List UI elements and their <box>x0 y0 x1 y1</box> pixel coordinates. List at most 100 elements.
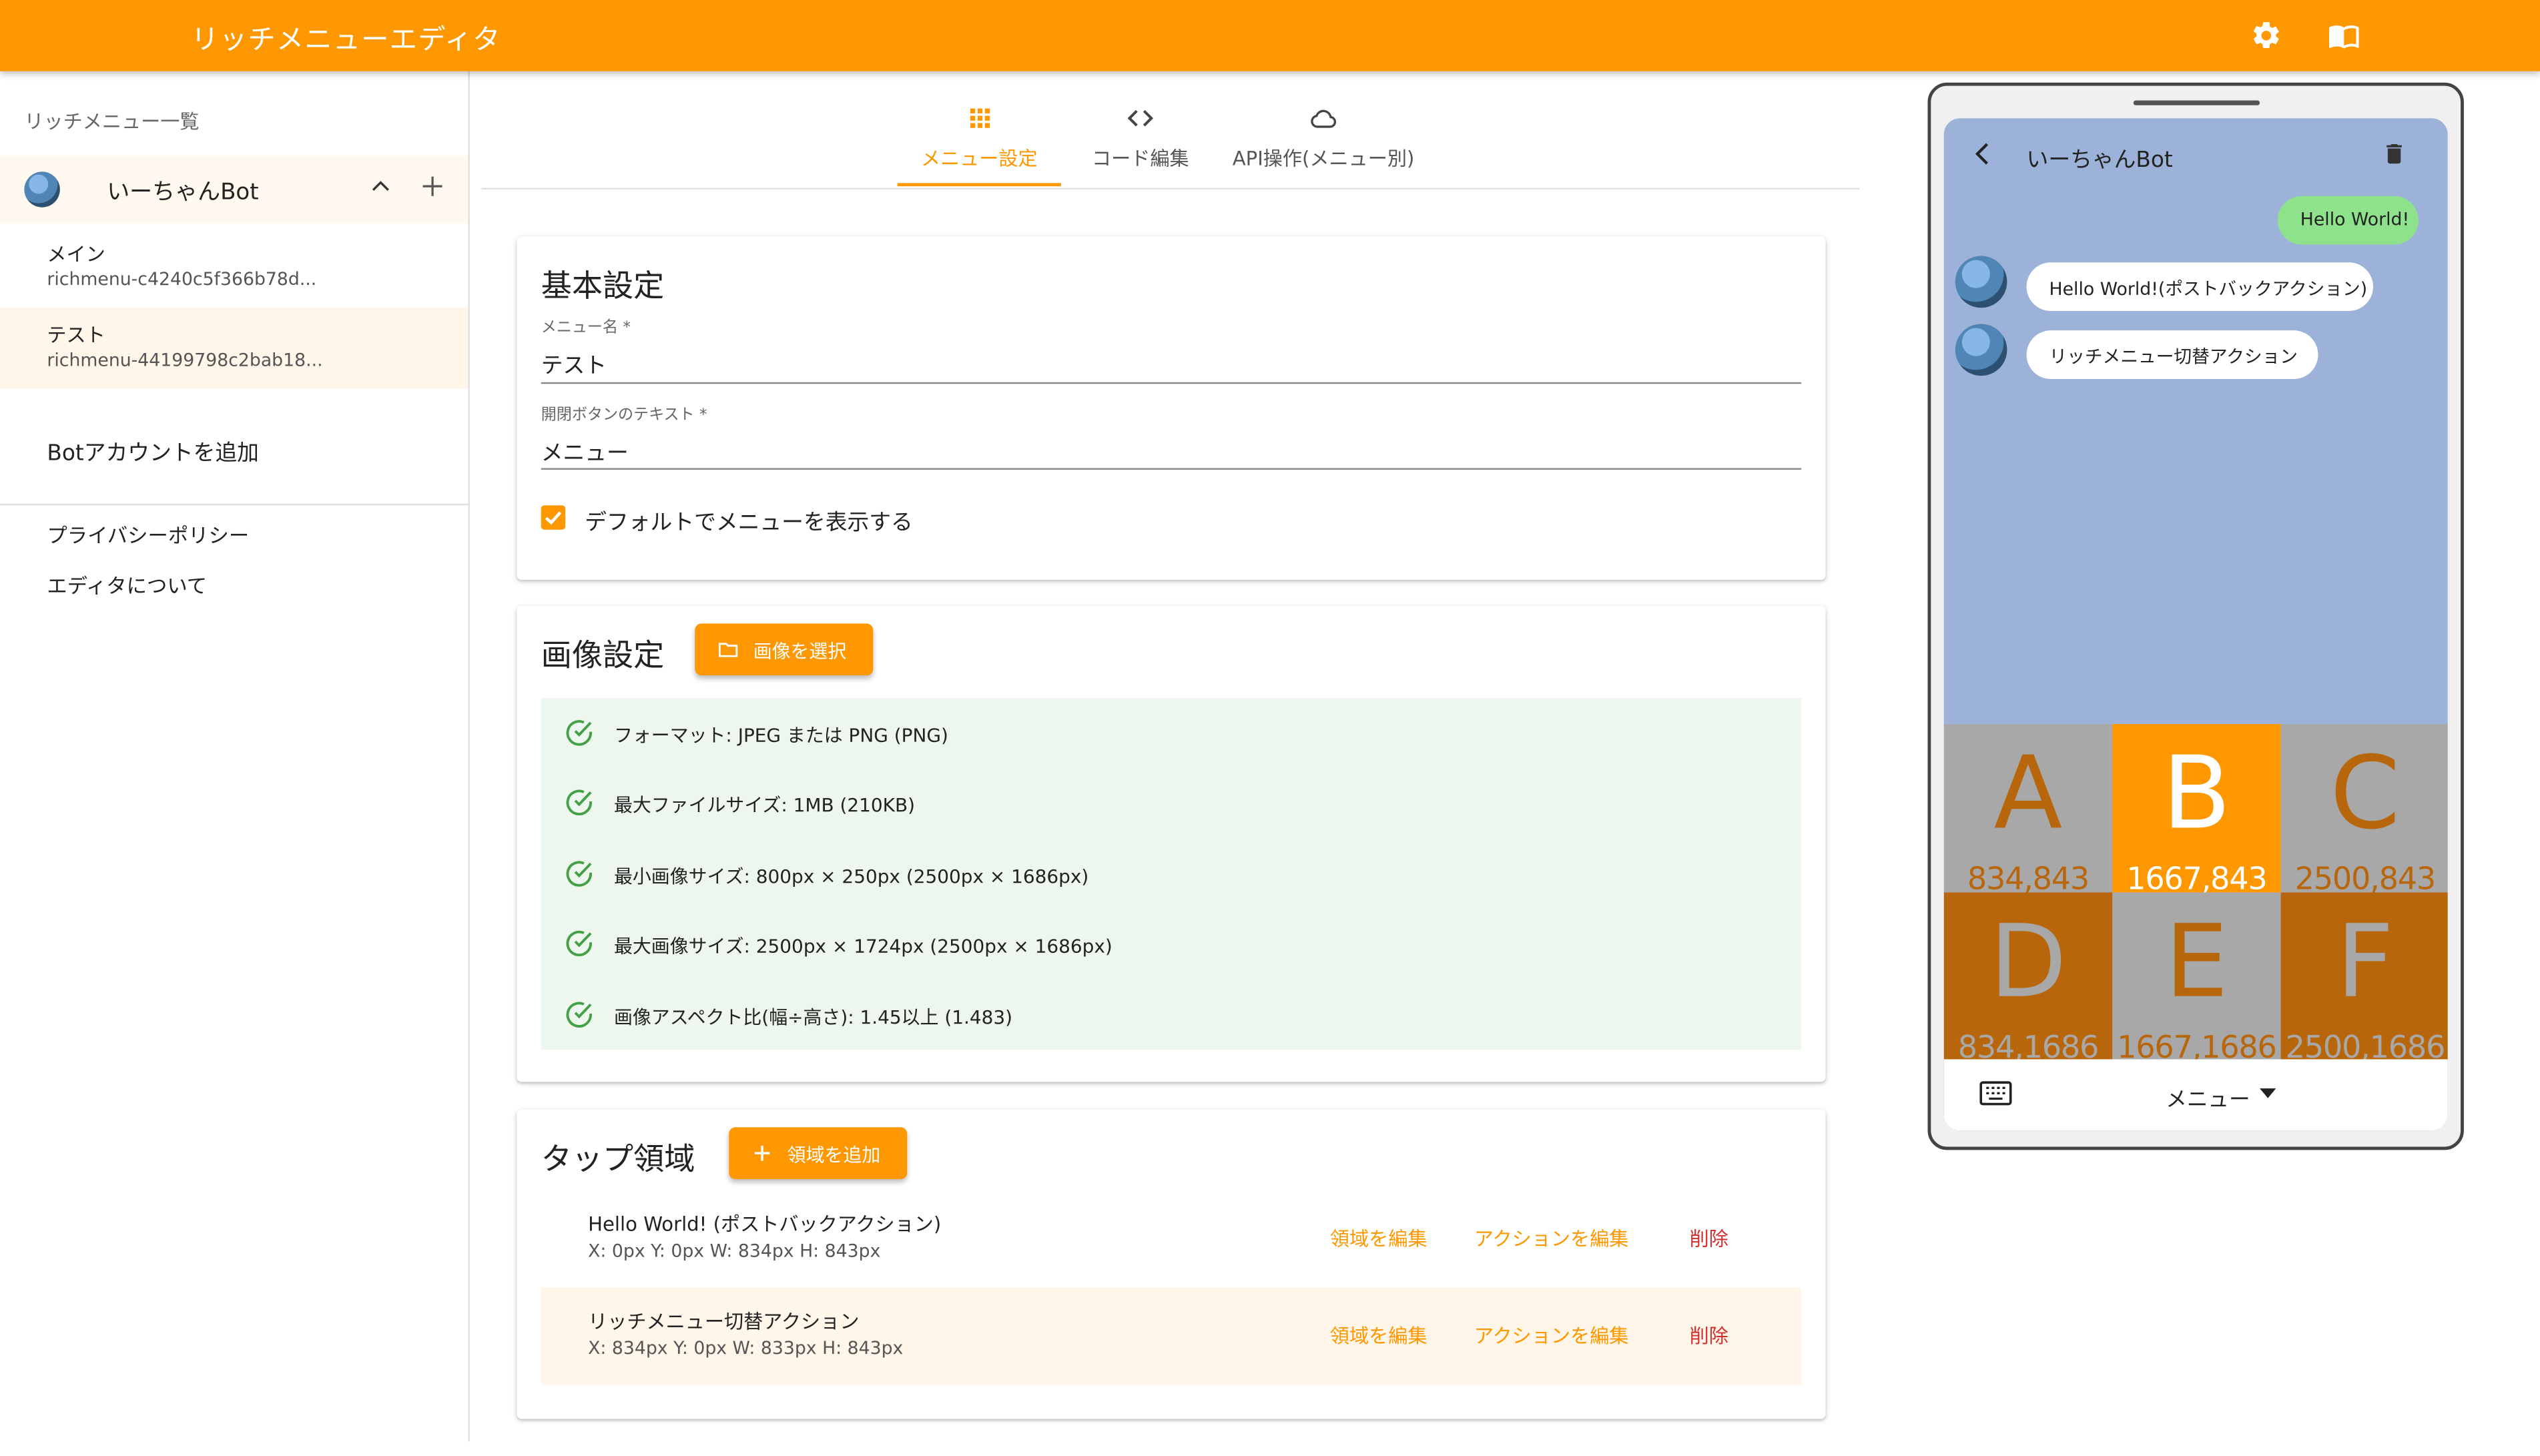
rich-menu-grid: A 834,843 B 1667,843 C 2500,843 D 834,16… <box>1943 724 2448 1061</box>
menu-item-id: richmenu-44199798c2bab18... <box>47 350 323 371</box>
menu-name-input[interactable]: テスト <box>541 346 607 379</box>
area-geometry: X: 834px Y: 0px W: 833px H: 843px <box>588 1337 904 1359</box>
tab-label: メニュー設定 <box>920 147 1038 170</box>
tab-menu-settings[interactable]: メニュー設定 <box>898 78 1061 188</box>
add-bot-account-link[interactable]: Botアカウントを追加 <box>47 434 259 466</box>
caret-down-icon <box>2260 1088 2276 1098</box>
chat-bar-text-input[interactable]: メニュー <box>541 434 629 466</box>
menu-item-title: テスト <box>47 324 105 347</box>
menu-item-title: メイン <box>47 243 105 266</box>
tab-bar: メニュー設定 コード編集 API操作(メニュー別) <box>481 78 1860 190</box>
image-settings-card: 画像設定 画像を選択 フォーマット: JPEG または PNG (PNG) 最大… <box>517 605 1826 1082</box>
book-guide-icon[interactable] <box>2328 19 2360 52</box>
grid-icon <box>969 108 989 128</box>
tap-area-row: リッチメニュー切替アクション X: 834px Y: 0px W: 833px … <box>541 1287 1802 1385</box>
cell-letter: B <box>2162 733 2232 852</box>
keyboard-icon[interactable] <box>1979 1080 2012 1106</box>
area-name: リッチメニュー切替アクション <box>588 1310 860 1333</box>
bot-account-row[interactable]: いーちゃんBot <box>0 155 468 224</box>
select-image-button[interactable]: 画像を選択 <box>695 623 874 676</box>
app-title: リッチメニューエディタ <box>191 24 501 57</box>
app-root: リッチメニューエディタ リッチメニュー一覧 いーちゃんBot メイン richm… <box>0 0 2540 1456</box>
bot-message-text: Hello World!(ポストバックアクション) <box>2049 278 2368 300</box>
cell-coord: 1667,1686 <box>2117 1030 2277 1061</box>
edit-action-button[interactable]: アクションを編集 <box>1474 1224 1629 1252</box>
sidebar-menu-item-main[interactable]: メイン richmenu-c4240c5f366b78d... <box>0 227 468 308</box>
check-circle-icon <box>566 720 592 746</box>
cell-letter: F <box>2336 902 2395 1021</box>
check-circle-icon <box>566 789 592 815</box>
select-image-label: 画像を選択 <box>753 639 847 663</box>
cloud-icon <box>1311 109 1337 128</box>
bot-account-name: いーちゃんBot <box>107 179 259 206</box>
tap-areas-card: タップ領域 領域を追加 Hello World! (ポストバックアクション) X… <box>517 1109 1826 1419</box>
phone-speaker <box>2133 100 2260 105</box>
area-name: Hello World! (ポストバックアクション) <box>588 1213 942 1236</box>
cell-coord: 2500,843 <box>2294 861 2437 893</box>
cell-letter: D <box>1989 902 2067 1021</box>
requirement-text: 最大画像サイズ: 2500px × 1724px (2500px × 1686p… <box>613 934 1113 958</box>
tab-api-operation[interactable]: API操作(メニュー別) <box>1220 78 1427 188</box>
settings-gear-icon[interactable] <box>2250 19 2283 52</box>
sidebar: リッチメニュー一覧 いーちゃんBot メイン richmenu-c4240c5f… <box>0 71 470 1442</box>
rich-menu-cell-d[interactable]: D 834,1686 <box>1943 892 2113 1061</box>
bot-avatar <box>1955 324 2007 376</box>
cell-letter: A <box>1993 733 2063 852</box>
requirement-text: 最小画像サイズ: 800px × 250px (2500px × 1686px) <box>613 865 1089 888</box>
chat-bar-text-label: 開閉ボタンのテキスト * <box>541 406 707 424</box>
check-circle-icon <box>566 1002 592 1028</box>
cell-coord: 834,843 <box>1967 861 2090 893</box>
chat-bar-text-underline <box>541 468 1802 470</box>
sidebar-menu-item-test[interactable]: テスト richmenu-44199798c2bab18... <box>0 308 468 389</box>
edit-area-button[interactable]: 領域を編集 <box>1330 1322 1427 1349</box>
check-circle-icon <box>566 861 592 887</box>
tab-label: API操作(メニュー別) <box>1232 147 1415 170</box>
add-menu-plus-icon[interactable] <box>420 173 446 200</box>
check-circle-icon <box>566 930 592 957</box>
chat-footer: メニュー <box>1943 1059 2448 1131</box>
sidebar-divider <box>0 503 468 506</box>
tap-areas-title: タップ領域 <box>541 1142 695 1178</box>
delete-area-button[interactable]: 削除 <box>1690 1322 1728 1349</box>
bot-avatar <box>1955 256 2007 308</box>
requirement-text: フォーマット: JPEG または PNG (PNG) <box>613 724 948 747</box>
default-display-checkbox[interactable] <box>541 505 566 530</box>
menu-name-label: メニュー名 * <box>541 319 631 337</box>
rich-menu-cell-b[interactable]: B 1667,843 <box>2112 724 2281 893</box>
requirement-text: 画像アスペクト比(幅÷高さ): 1.45以上 (1.483) <box>613 1006 1013 1029</box>
chat-bot-name: いーちゃんBot <box>2026 147 2173 173</box>
phone-preview: いーちゃんBot Hello World! Hello World!(ポストバッ… <box>1927 82 2464 1150</box>
privacy-policy-link[interactable]: プライバシーポリシー <box>47 518 249 549</box>
basic-settings-card: 基本設定 メニュー名 * テスト 開閉ボタンのテキスト * メニュー デフォルト… <box>517 236 1826 580</box>
bot-message-bubble: Hello World!(ポストバックアクション) <box>2026 262 2373 312</box>
rich-menu-cell-f[interactable]: F 2500,1686 <box>2280 892 2448 1061</box>
about-editor-link[interactable]: エディタについて <box>47 569 207 599</box>
delete-area-button[interactable]: 削除 <box>1690 1224 1728 1252</box>
edit-area-button[interactable]: 領域を編集 <box>1330 1224 1427 1252</box>
menu-item-id: richmenu-c4240c5f366b78d... <box>47 268 317 290</box>
tab-label: コード編集 <box>1091 147 1189 170</box>
app-bar: リッチメニューエディタ <box>0 0 2540 71</box>
bot-message-bubble: リッチメニュー切替アクション <box>2026 330 2318 379</box>
area-geometry: X: 0px Y: 0px W: 834px H: 843px <box>588 1240 881 1262</box>
cell-letter: E <box>2164 902 2228 1021</box>
rich-menu-cell-c[interactable]: C 2500,843 <box>2280 724 2448 893</box>
bot-message-text: リッチメニュー切替アクション <box>2049 346 2298 368</box>
plus-icon <box>754 1145 770 1161</box>
bot-avatar <box>24 171 60 208</box>
edit-action-button[interactable]: アクションを編集 <box>1474 1322 1629 1349</box>
trash-icon[interactable] <box>2381 139 2407 169</box>
tab-code-edit[interactable]: コード編集 <box>1074 78 1207 188</box>
chevron-up-icon[interactable] <box>369 175 392 198</box>
rich-menu-cell-e[interactable]: E 1667,1686 <box>2112 892 2281 1061</box>
rich-menu-cell-a[interactable]: A 834,843 <box>1943 724 2113 893</box>
chat-screen: いーちゃんBot Hello World! Hello World!(ポストバッ… <box>1943 118 2448 1131</box>
menu-list-subheader: リッチメニュー一覧 <box>24 110 200 133</box>
back-arrow-icon[interactable] <box>1970 139 1996 169</box>
tap-area-row: Hello World! (ポストバックアクション) X: 0px Y: 0px… <box>541 1190 1801 1288</box>
add-area-button[interactable]: 領域を追加 <box>729 1127 908 1180</box>
active-tab-indicator <box>897 183 1061 187</box>
add-area-label: 領域を追加 <box>787 1143 881 1166</box>
folder-icon <box>718 643 738 657</box>
menu-toggle-label: メニュー <box>2166 1088 2250 1113</box>
